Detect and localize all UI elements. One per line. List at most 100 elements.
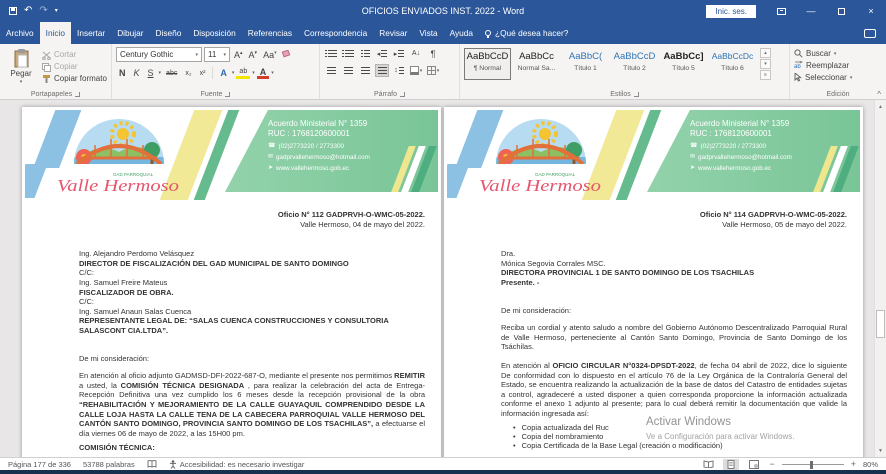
scroll-down-arrow[interactable]: ▼	[875, 445, 886, 456]
read-mode-button[interactable]	[700, 459, 716, 470]
vertical-scrollbar[interactable]: ▲ ▼	[874, 100, 886, 457]
web-layout-button[interactable]	[746, 459, 762, 470]
zoom-slider-thumb[interactable]	[810, 461, 813, 469]
change-case-button[interactable]: Aa▾	[261, 50, 279, 60]
lightbulb-icon	[485, 30, 491, 36]
restore-button[interactable]	[826, 0, 856, 22]
show-paragraph-marks-button[interactable]: ¶	[426, 47, 440, 60]
tab-disposicion[interactable]: Disposición	[187, 22, 241, 44]
accessibility-status[interactable]: Accesibilidad: es necesario investigar	[169, 460, 305, 469]
underline-button[interactable]: S	[145, 68, 157, 78]
ribbon-display-options-button[interactable]	[766, 0, 796, 22]
styles-scroll-down[interactable]: ▾	[760, 59, 771, 69]
zoom-out-button[interactable]: −	[769, 460, 774, 469]
qat-customize-icon[interactable]: ▾	[55, 6, 58, 16]
tab-diseno[interactable]: Diseño	[149, 22, 187, 44]
align-right-button[interactable]	[358, 64, 372, 77]
increase-indent-button[interactable]: ▸	[392, 47, 406, 60]
zoom-level[interactable]: 80%	[863, 460, 878, 469]
sort-button[interactable]: A↓	[409, 47, 423, 60]
tab-dibujar[interactable]: Dibujar	[111, 22, 149, 44]
strikethrough-button[interactable]: abc	[163, 70, 180, 77]
tab-archivo[interactable]: Archivo	[0, 22, 40, 44]
italic-button[interactable]: K	[131, 68, 143, 78]
document-page-left: GAD PARROQUIAL Valle Hermoso Acuerdo Min…	[22, 107, 441, 457]
paste-button[interactable]: Pegar ▾	[4, 47, 38, 87]
superscript-button[interactable]: x²	[197, 70, 209, 77]
style-normal[interactable]: AaBbCcD ¶ Normal	[464, 48, 511, 80]
paragraph-dialog-launcher[interactable]	[400, 92, 405, 97]
font-size-combo[interactable]: 11▾	[204, 47, 230, 62]
font-color-dropdown[interactable]: ▾	[271, 70, 274, 76]
numbering-button[interactable]	[341, 47, 355, 60]
print-layout-button[interactable]	[723, 459, 739, 470]
replace-button[interactable]: ab Reemplazar	[794, 61, 882, 70]
status-bar: Página 177 de 336 53788 palabras Accesib…	[0, 457, 886, 470]
redo-icon[interactable]: ↷	[39, 6, 47, 16]
tab-correspondencia[interactable]: Correspondencia	[298, 22, 373, 44]
decrease-indent-button[interactable]: ◂	[375, 47, 389, 60]
tab-referencias[interactable]: Referencias	[242, 22, 298, 44]
align-center-button[interactable]	[341, 64, 355, 77]
borders-button[interactable]: ▾	[426, 64, 440, 77]
tell-me-search[interactable]: ¿Qué desea hacer?	[479, 22, 574, 44]
text-effects-button[interactable]: A	[217, 68, 230, 78]
font-dialog-launcher[interactable]	[225, 92, 230, 97]
styles-dialog-launcher[interactable]	[634, 92, 639, 97]
tab-insertar[interactable]: Insertar	[71, 22, 111, 44]
zoom-in-button[interactable]: +	[851, 460, 856, 469]
undo-icon[interactable]: ↶	[24, 6, 32, 16]
scroll-up-arrow[interactable]: ▲	[875, 101, 886, 112]
text-effects-dropdown[interactable]: ▾	[232, 70, 235, 76]
underline-dropdown[interactable]: ▾	[159, 70, 162, 76]
oficio-number: Oficio N° 112 GADPRVH-O-WMC-05-2022.	[79, 210, 425, 220]
tab-inicio[interactable]: Inicio	[40, 22, 71, 44]
styles-gallery-more[interactable]: ≡	[760, 70, 771, 80]
bold-button[interactable]: N	[116, 68, 129, 78]
window-title: OFICIOS ENVIADOS INST. 2022 - Word	[362, 6, 524, 16]
style-titulo-1[interactable]: AaBbC( Título 1	[562, 48, 609, 80]
tab-ayuda[interactable]: Ayuda	[444, 22, 479, 44]
proofing-status[interactable]	[147, 460, 157, 468]
zoom-slider[interactable]	[782, 460, 844, 469]
highlight-dropdown[interactable]: ▾	[252, 70, 255, 76]
format-painter-button[interactable]: Copiar formato	[42, 74, 107, 84]
bullets-button[interactable]	[324, 47, 338, 60]
grow-font-button[interactable]: A▴	[232, 50, 245, 60]
style-titulo-6[interactable]: AaBbCcDc Título 6	[709, 48, 756, 80]
sign-in-button[interactable]: Inic. ses.	[706, 5, 756, 18]
shrink-font-button[interactable]: A▾	[247, 50, 260, 60]
font-family-combo[interactable]: Century Gothic▾	[116, 47, 202, 62]
justify-button[interactable]	[375, 64, 389, 77]
align-left-button[interactable]	[324, 64, 338, 77]
font-color-button[interactable]: A	[257, 68, 270, 79]
multilevel-list-button[interactable]	[358, 47, 372, 60]
scrollbar-thumb[interactable]	[876, 310, 885, 338]
line-spacing-button[interactable]: ↕	[392, 64, 406, 77]
subscript-button[interactable]: x₂	[182, 70, 194, 77]
letterhead: GAD PARROQUIAL Valle Hermoso Acuerdo Min…	[25, 110, 438, 200]
style-titulo-2[interactable]: AaBbCcD Título 2	[611, 48, 658, 80]
tab-vista[interactable]: Vista	[413, 22, 443, 44]
shading-button[interactable]: ▾	[409, 64, 423, 77]
select-button[interactable]: Seleccionar▾	[794, 73, 882, 82]
style-normal-sa[interactable]: AaBbCc Normal Sa...	[513, 48, 560, 80]
styles-scroll-up[interactable]: ▴	[760, 48, 771, 58]
close-button[interactable]: ×	[856, 0, 886, 22]
cut-button[interactable]: Cortar	[42, 50, 107, 60]
collapse-ribbon-button[interactable]: ^	[877, 90, 881, 99]
ribbon: Pegar ▾ Cortar Copiar	[0, 44, 886, 100]
clipboard-dialog-launcher[interactable]	[75, 92, 80, 97]
word-count[interactable]: 53788 palabras	[83, 460, 135, 469]
save-icon[interactable]	[9, 7, 17, 15]
comments-icon[interactable]	[864, 29, 876, 38]
minimize-button[interactable]: —	[796, 0, 826, 22]
tab-revisar[interactable]: Revisar	[373, 22, 413, 44]
page-indicator[interactable]: Página 177 de 336	[8, 460, 71, 469]
clear-formatting-icon[interactable]	[281, 50, 291, 59]
style-titulo-5[interactable]: AaBbCc] Título 5	[660, 48, 707, 80]
find-button[interactable]: Buscar▾	[794, 49, 882, 58]
copy-button[interactable]: Copiar	[42, 62, 107, 72]
highlight-button[interactable]: ab	[236, 68, 250, 79]
accessibility-icon	[169, 460, 177, 469]
